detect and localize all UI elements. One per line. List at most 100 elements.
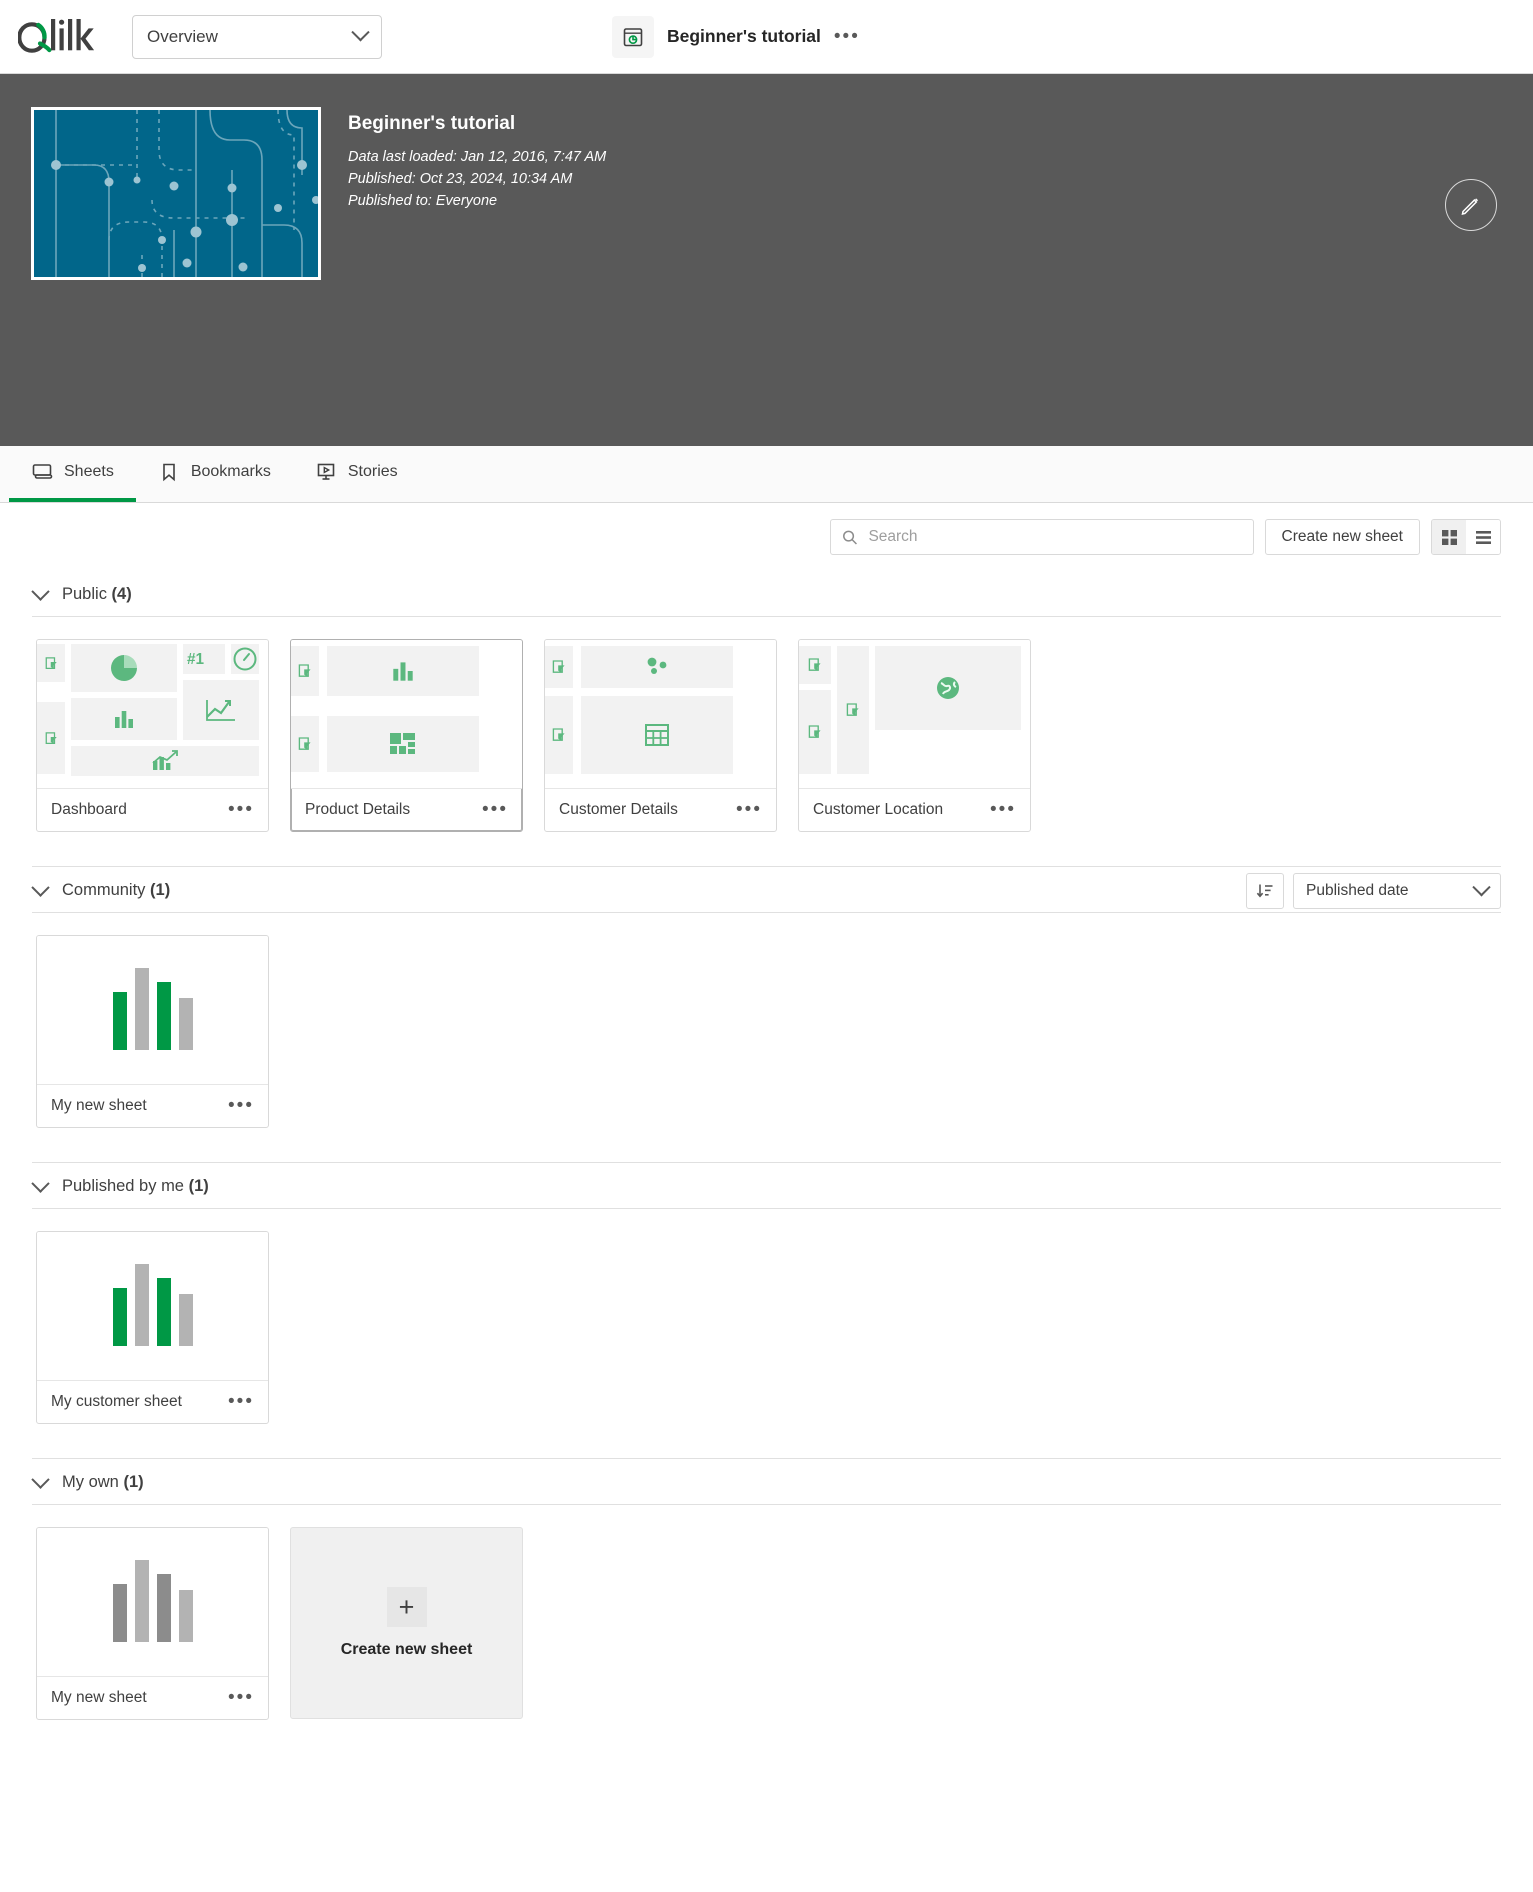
- sort-direction-button[interactable]: [1246, 873, 1284, 909]
- section-community: Community (1) Published date My new shee…: [0, 867, 1533, 1162]
- section-header-community: Community (1) Published date: [32, 867, 1501, 912]
- section-collapse-toggle[interactable]: [31, 1174, 49, 1192]
- section-public: Public (4) #1 Dashboard ••• Product Deta…: [0, 571, 1533, 866]
- thumb-barchart: [37, 936, 268, 1084]
- sheet-more-menu[interactable]: •••: [228, 1397, 254, 1407]
- tab-bookmarks-label: Bookmarks: [191, 463, 271, 481]
- thumb-bar: [157, 1278, 171, 1346]
- sheet-card[interactable]: My new sheet •••: [36, 935, 269, 1128]
- section-collapse-toggle[interactable]: [31, 582, 49, 600]
- tab-bookmarks[interactable]: Bookmarks: [136, 446, 293, 502]
- thumb-object: [327, 716, 479, 772]
- thumb-bar: [179, 998, 193, 1050]
- section-collapse-toggle[interactable]: [31, 1470, 49, 1488]
- piechart-icon: [108, 652, 140, 684]
- sort-field-dropdown[interactable]: Published date: [1293, 873, 1501, 909]
- sheet-name: My new sheet: [51, 1097, 147, 1115]
- sheet-thumbnail: [545, 640, 776, 788]
- sheets-toolbar: Create new sheet: [0, 503, 1533, 571]
- thumb-bar: [113, 1288, 127, 1346]
- filterpane-icon: [297, 736, 313, 752]
- chevron-down-icon: [1472, 878, 1490, 896]
- sheet-more-menu[interactable]: •••: [736, 805, 762, 815]
- create-new-sheet-button[interactable]: Create new sheet: [1265, 519, 1421, 555]
- create-new-sheet-tile[interactable]: + Create new sheet: [290, 1527, 523, 1719]
- filterpane-icon: [551, 727, 567, 743]
- sheet-name: Dashboard: [51, 801, 127, 819]
- sheet-card[interactable]: My customer sheet •••: [36, 1231, 269, 1424]
- thumb-bar: [157, 982, 171, 1050]
- breadcrumb-more-menu[interactable]: •••: [834, 32, 860, 42]
- sheet-card-footer: Product Details •••: [291, 788, 522, 831]
- tab-stories[interactable]: Stories: [293, 446, 420, 502]
- section-published-by-me: Published by me (1) My customer sheet ••…: [0, 1163, 1533, 1458]
- app-published-to: Published to: Everyone: [348, 190, 606, 212]
- app-selector-value: Overview: [147, 27, 218, 47]
- tab-sheets[interactable]: Sheets: [9, 446, 136, 502]
- search-input[interactable]: [866, 527, 1241, 547]
- thumb-bar: [113, 992, 127, 1050]
- section-header-public: Public (4): [32, 571, 1501, 616]
- thumb-object: [71, 698, 177, 740]
- section-count: (1): [150, 881, 170, 899]
- thumb-bar: [179, 1294, 193, 1346]
- sheet-card[interactable]: Product Details •••: [290, 639, 523, 832]
- grid-icon: [1440, 528, 1459, 547]
- app-selector-dropdown[interactable]: Overview: [132, 15, 382, 59]
- section-body-public: #1 Dashboard ••• Product Details ••• Cus…: [32, 617, 1501, 866]
- scatterplot-icon: [643, 656, 671, 678]
- filterpane-icon: [44, 656, 59, 671]
- sheet-more-menu[interactable]: •••: [482, 805, 508, 815]
- grid-view-button[interactable]: [1432, 520, 1466, 554]
- sheet-more-menu[interactable]: •••: [228, 1101, 254, 1111]
- sheet-card[interactable]: Customer Location •••: [798, 639, 1031, 832]
- list-view-button[interactable]: [1466, 520, 1500, 554]
- treemap-icon: [389, 732, 417, 756]
- section-count: (1): [123, 1473, 143, 1491]
- edit-app-button[interactable]: [1445, 179, 1497, 231]
- sheet-card-footer: My new sheet •••: [37, 1084, 268, 1127]
- chevron-down-icon: [351, 23, 369, 41]
- sheet-card[interactable]: Customer Details •••: [544, 639, 777, 832]
- create-new-sheet-tile-label: Create new sheet: [341, 1641, 473, 1659]
- section-body-my-own: My new sheet ••• + Create new sheet: [32, 1505, 1501, 1754]
- section-name: Published by me: [62, 1177, 184, 1195]
- sheet-name: Customer Location: [813, 801, 943, 819]
- sheet-more-menu[interactable]: •••: [990, 805, 1016, 815]
- gauge-icon: [232, 646, 258, 672]
- sheet-card[interactable]: My new sheet •••: [36, 1527, 269, 1720]
- thumb-barchart: [37, 1232, 268, 1380]
- sheet-thumbnail: #1: [37, 640, 268, 788]
- thumb-object: [545, 646, 573, 688]
- thumb-object: [291, 716, 319, 772]
- filterpane-icon: [551, 659, 567, 675]
- sheet-more-menu[interactable]: •••: [228, 1693, 254, 1703]
- filterpane-icon: [845, 702, 861, 718]
- thumb-layout: #1: [37, 640, 268, 788]
- linechart-icon: [204, 697, 238, 723]
- search-icon: [842, 529, 858, 546]
- sheet-thumbnail: [37, 936, 268, 1084]
- section-collapse-toggle[interactable]: [31, 878, 49, 896]
- pencil-icon: [1459, 193, 1483, 217]
- thumb-object: [837, 646, 869, 774]
- thumb-object: [875, 646, 1021, 730]
- thumb-object: [799, 690, 831, 774]
- search-box[interactable]: [830, 519, 1254, 555]
- section-name: My own: [62, 1473, 119, 1491]
- section-header-my-own: My own (1): [32, 1459, 1501, 1504]
- sheet-card[interactable]: #1 Dashboard •••: [36, 639, 269, 832]
- sheet-more-menu[interactable]: •••: [228, 805, 254, 815]
- section-count: (4): [112, 585, 132, 603]
- breadcrumb-app-title: Beginner's tutorial: [667, 26, 821, 47]
- stories-icon: [315, 461, 337, 483]
- section-title-published-by-me: Published by me (1): [62, 1177, 209, 1196]
- app-banner: Beginner's tutorial Data last loaded: Ja…: [0, 74, 1533, 446]
- qlik-logo[interactable]: [18, 13, 114, 61]
- sheet-sections: Public (4) #1 Dashboard ••• Product Deta…: [0, 571, 1533, 1754]
- thumb-object: [327, 646, 479, 696]
- thumb-bar: [113, 1584, 127, 1642]
- thumb-layout: [799, 640, 1030, 788]
- filterpane-icon: [44, 731, 59, 746]
- thumb-object: [581, 696, 733, 774]
